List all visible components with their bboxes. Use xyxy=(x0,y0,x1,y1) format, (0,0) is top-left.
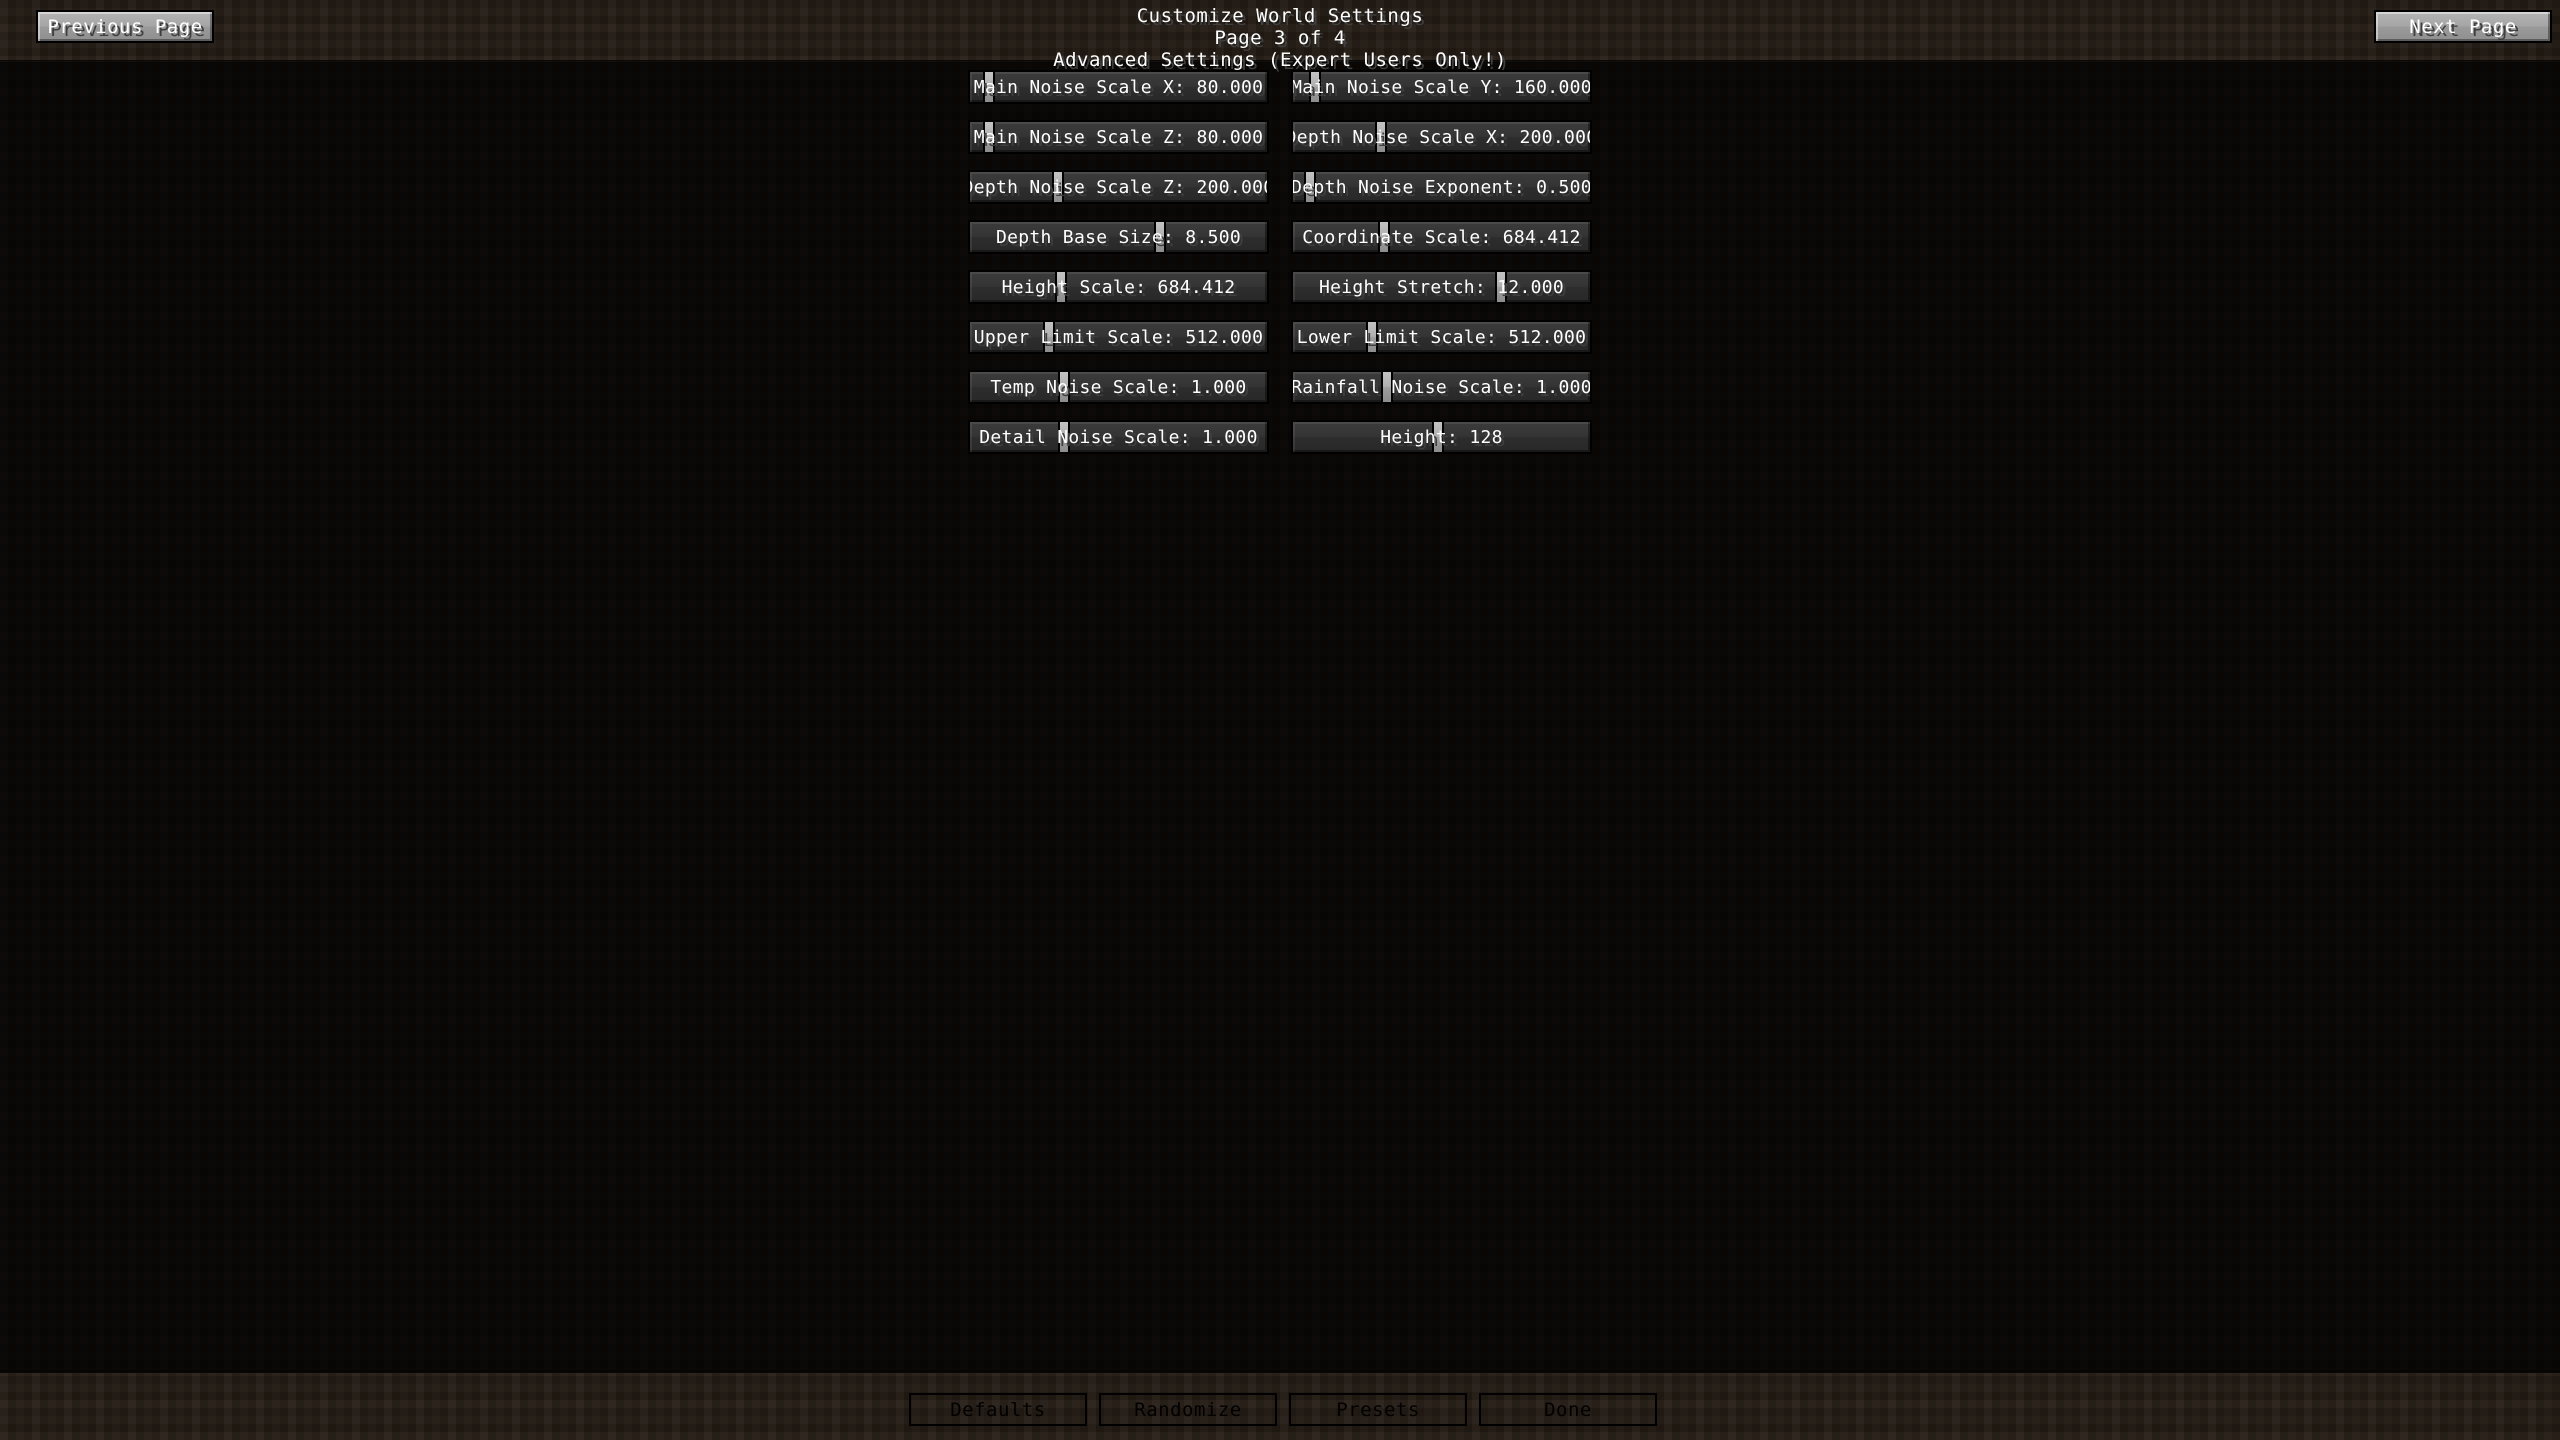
slider-label-temp-noise-scale: Temp Noise Scale: 1.000 xyxy=(990,376,1247,398)
slider-lower-limit-scale[interactable]: Lower Limit Scale: 512.000 xyxy=(1291,320,1592,354)
slider-height-stretch[interactable]: Height Stretch: 12.000 xyxy=(1291,270,1592,304)
slider-handle-height-stretch[interactable] xyxy=(1494,272,1507,302)
slider-handle-lower-limit-scale[interactable] xyxy=(1366,322,1379,352)
defaults-button[interactable]: Defaults xyxy=(909,1393,1087,1426)
randomize-button[interactable]: Randomize xyxy=(1099,1393,1277,1426)
slider-label-depth-base-size: Depth Base Size: 8.500 xyxy=(995,226,1241,248)
settings-row: Detail Noise Scale: 1.000 Height: 128 xyxy=(968,420,1592,454)
slider-handle-detail-noise-scale[interactable] xyxy=(1057,422,1070,452)
slider-height[interactable]: Height: 128 xyxy=(1291,420,1592,454)
slider-handle-height[interactable] xyxy=(1431,422,1444,452)
slider-label-upper-limit-scale: Upper Limit Scale: 512.000 xyxy=(973,326,1264,348)
slider-depth-base-size[interactable]: Depth Base Size: 8.500 xyxy=(968,220,1269,254)
slider-handle-main-noise-scale-x[interactable] xyxy=(983,72,996,102)
slider-handle-height-scale[interactable] xyxy=(1054,272,1067,302)
slider-label-depth-noise-scale-z: Depth Noise Scale Z: 200.000 xyxy=(968,176,1269,198)
settings-slider-grid: Main Noise Scale X: 80.000 Main Noise Sca… xyxy=(968,70,1592,470)
slider-label-rainfall-noise-scale: Rainfall Noise Scale: 1.000 xyxy=(1291,376,1592,398)
slider-rainfall-noise-scale[interactable]: Rainfall Noise Scale: 1.000 xyxy=(1291,370,1592,404)
slider-main-noise-scale-y[interactable]: Main Noise Scale Y: 160.000 xyxy=(1291,70,1592,104)
slider-handle-coordinate-scale[interactable] xyxy=(1377,222,1390,252)
slider-depth-noise-scale-z[interactable]: Depth Noise Scale Z: 200.000 xyxy=(968,170,1269,204)
slider-handle-depth-noise-exponent[interactable] xyxy=(1303,172,1316,202)
slider-handle-depth-base-size[interactable] xyxy=(1154,222,1167,252)
slider-main-noise-scale-x[interactable]: Main Noise Scale X: 80.000 xyxy=(968,70,1269,104)
slider-handle-depth-noise-scale-z[interactable] xyxy=(1051,172,1064,202)
slider-handle-rainfall-noise-scale[interactable] xyxy=(1380,372,1393,402)
settings-row: Temp Noise Scale: 1.000 Rainfall Noise Sc… xyxy=(968,370,1592,404)
customize-world-settings-screen: Customize World Settings Page 3 of 4 Adv… xyxy=(0,0,2560,1440)
slider-height-scale[interactable]: Height Scale: 684.412 xyxy=(968,270,1269,304)
bottom-divider xyxy=(0,1369,2560,1373)
slider-label-depth-noise-scale-x: Depth Noise Scale X: 200.000 xyxy=(1291,126,1592,148)
slider-main-noise-scale-z[interactable]: Main Noise Scale Z: 80.000 xyxy=(968,120,1269,154)
settings-row: Height Scale: 684.412 Height Stretch: 12.… xyxy=(968,270,1592,304)
slider-label-coordinate-scale: Coordinate Scale: 684.412 xyxy=(1302,226,1581,248)
slider-label-main-noise-scale-y: Main Noise Scale Y: 160.000 xyxy=(1291,76,1592,98)
slider-handle-upper-limit-scale[interactable] xyxy=(1043,322,1056,352)
presets-button[interactable]: Presets xyxy=(1289,1393,1467,1426)
page-indicator: Page 3 of 4 xyxy=(1214,27,1346,49)
slider-label-lower-limit-scale: Lower Limit Scale: 512.000 xyxy=(1296,326,1587,348)
settings-row: Upper Limit Scale: 512.000 Lower Limit Sc… xyxy=(968,320,1592,354)
slider-label-height-stretch: Height Stretch: 12.000 xyxy=(1318,276,1564,298)
screen-header: Customize World Settings Page 3 of 4 Adv… xyxy=(0,0,2560,71)
slider-upper-limit-scale[interactable]: Upper Limit Scale: 512.000 xyxy=(968,320,1269,354)
settings-row: Depth Base Size: 8.500 Coordinate Scale: … xyxy=(968,220,1592,254)
slider-handle-depth-noise-scale-x[interactable] xyxy=(1374,122,1387,152)
slider-temp-noise-scale[interactable]: Temp Noise Scale: 1.000 xyxy=(968,370,1269,404)
bottom-action-bar: Defaults Randomize Presets Done xyxy=(0,1393,2560,1426)
page-subtitle: Advanced Settings (Expert Users Only!) xyxy=(1053,49,1507,71)
slider-label-main-noise-scale-z: Main Noise Scale Z: 80.000 xyxy=(973,126,1264,148)
slider-coordinate-scale[interactable]: Coordinate Scale: 684.412 xyxy=(1291,220,1592,254)
settings-row: Depth Noise Scale Z: 200.000 Depth Noise … xyxy=(968,170,1592,204)
slider-label-main-noise-scale-x: Main Noise Scale X: 80.000 xyxy=(973,76,1264,98)
settings-row: Main Noise Scale Z: 80.000 Depth Noise Sc… xyxy=(968,120,1592,154)
slider-handle-main-noise-scale-z[interactable] xyxy=(983,122,996,152)
slider-depth-noise-exponent[interactable]: Depth Noise Exponent: 0.500 xyxy=(1291,170,1592,204)
slider-label-height-scale: Height Scale: 684.412 xyxy=(1001,276,1236,298)
page-title: Customize World Settings xyxy=(1136,5,1424,27)
slider-label-depth-noise-exponent: Depth Noise Exponent: 0.500 xyxy=(1291,176,1592,198)
slider-label-detail-noise-scale: Detail Noise Scale: 1.000 xyxy=(979,426,1258,448)
settings-row: Main Noise Scale X: 80.000 Main Noise Sca… xyxy=(968,70,1592,104)
slider-handle-main-noise-scale-y[interactable] xyxy=(1309,72,1322,102)
slider-detail-noise-scale[interactable]: Detail Noise Scale: 1.000 xyxy=(968,420,1269,454)
slider-depth-noise-scale-x[interactable]: Depth Noise Scale X: 200.000 xyxy=(1291,120,1592,154)
slider-handle-temp-noise-scale[interactable] xyxy=(1057,372,1070,402)
done-button[interactable]: Done xyxy=(1479,1393,1657,1426)
